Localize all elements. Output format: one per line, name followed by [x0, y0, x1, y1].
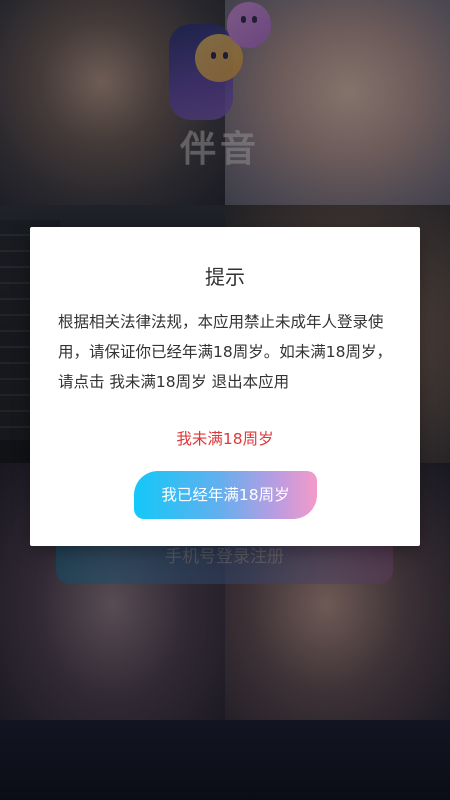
dialog-title: 提示	[205, 265, 245, 289]
dialog-message: 根据相关法律法规，本应用禁止未成年人登录使用，请保证你已经年满18周岁。如未满1…	[58, 313, 392, 391]
age-verification-dialog: 提示 根据相关法律法规，本应用禁止未成年人登录使用，请保证你已经年满18周岁。如…	[30, 227, 420, 546]
confirm-adult-button[interactable]: 我已经年满18周岁	[134, 471, 317, 519]
under-18-button[interactable]: 我未满18周岁	[30, 427, 420, 449]
